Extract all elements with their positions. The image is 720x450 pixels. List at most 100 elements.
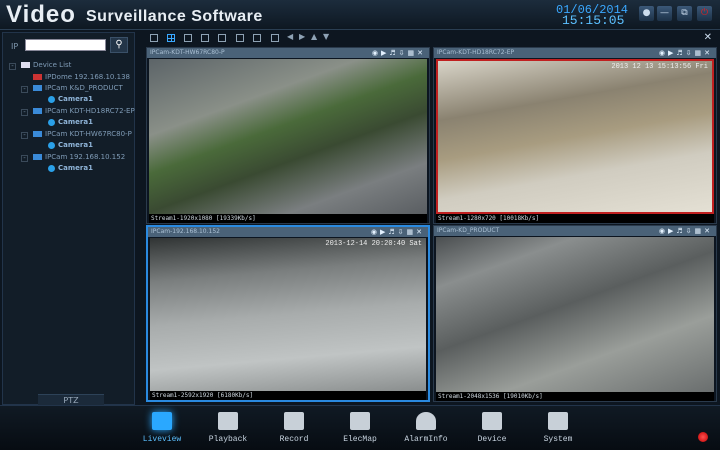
layout-16-icon[interactable] [218, 34, 226, 42]
cell-title: IPCam-KD_PRODUCT [437, 227, 500, 234]
tree-device[interactable]: IPCam 192.168.10.152 [33, 153, 125, 161]
video-cell[interactable]: IPCam-KDT-HD18RC72-EP ◉▶♬⇩▦✕ 2013 12 13 1… [433, 47, 717, 224]
arrow-left-icon[interactable]: ◀ [287, 32, 293, 41]
camera-device-icon [33, 154, 42, 160]
video-feed[interactable]: 2013 12 13 15:13:56 Fri [436, 59, 714, 214]
camera-icon [48, 95, 55, 103]
video-cell[interactable]: IPCam-KD_PRODUCT ◉▶♬⇩▦✕ Stream1-2048x1536… [433, 225, 717, 402]
collapse-icon[interactable]: - [21, 86, 28, 93]
search-button[interactable]: ⚲ [110, 37, 128, 53]
film-icon [218, 412, 238, 430]
cell-header: IPCam-192.168.10.152 ◉▶♬⇩▦✕ [148, 227, 428, 237]
list-icon [21, 62, 30, 68]
collapse-icon[interactable]: - [9, 63, 16, 70]
search-icon: ⚲ [115, 39, 123, 50]
arrow-up-icon[interactable]: ▲ [311, 32, 317, 41]
nav-device[interactable]: Device [462, 412, 522, 444]
camera-icon [48, 164, 55, 172]
tree-camera[interactable]: Camera1 [48, 95, 93, 103]
nav-label: Playback [208, 435, 248, 444]
layout-custom2-icon[interactable] [253, 34, 261, 42]
collapse-icon[interactable]: - [21, 155, 28, 162]
stream-info: Stream1-1280x720 [10018Kb/s] [436, 214, 714, 223]
tree-device[interactable]: IPCam KDT-HW67RC80-P [33, 130, 132, 138]
video-feed[interactable] [149, 59, 427, 214]
arrow-right-icon[interactable]: ▶ [299, 32, 305, 41]
power-button[interactable]: ⏻ [697, 6, 712, 21]
nav-system[interactable]: System [528, 412, 588, 444]
cell-title: IPCam-KDT-HW67RC80-P [150, 49, 225, 56]
nav-label: System [543, 435, 573, 444]
layout-4-icon[interactable] [167, 34, 175, 42]
tree-device[interactable]: IPDome 192.168.10.138 [33, 73, 130, 81]
bottom-nav: Liveview Playback Record ElecMap AlarmIn… [0, 405, 720, 450]
nav-alarminfo[interactable]: AlarmInfo [396, 412, 456, 444]
camera-icon [48, 118, 55, 126]
app-subtitle: Surveillance Software [86, 8, 263, 25]
layout-custom-icon[interactable] [236, 34, 244, 42]
cell-title: IPCam-192.168.10.152 [151, 228, 220, 235]
title-bar: Video Surveillance Software 01/06/2014 1… [0, 0, 720, 30]
video-camera-icon [482, 412, 502, 430]
tree-camera[interactable]: Camera1 [48, 118, 93, 126]
layout-6-icon[interactable] [184, 34, 192, 42]
map-icon [350, 412, 370, 430]
video-cell[interactable]: IPCam-KDT-HW67RC80-P ◉▶♬⇩▦✕ Stream1-1920x… [146, 47, 430, 224]
stream-info: Stream1-2048x1536 [19010Kb/s] [436, 392, 714, 401]
video-feed[interactable]: 2013-12-14 20:20:40 Sat [150, 238, 426, 391]
fullscreen-icon[interactable] [271, 34, 279, 42]
record-indicator [698, 432, 708, 442]
tree-root[interactable]: Device List [21, 61, 71, 69]
device-offline-icon [33, 74, 42, 80]
tree-camera[interactable]: Camera1 [48, 141, 93, 149]
lock-button[interactable]: ● [639, 6, 654, 21]
stream-info: Stream1-2592x1920 [6180Kb/s] [150, 391, 426, 400]
app-title: Video [6, 1, 76, 28]
nav-label: Liveview [142, 435, 182, 444]
layout-1-icon[interactable] [150, 34, 158, 42]
cell-controls[interactable]: ◉▶♬⇩▦✕ [372, 48, 426, 58]
restore-button[interactable]: ⧉ [677, 6, 692, 21]
cell-header: IPCam-KDT-HW67RC80-P ◉▶♬⇩▦✕ [147, 48, 429, 58]
nav-label: Device [477, 435, 507, 444]
nav-label: ElecMap [343, 435, 377, 444]
arrow-down-icon[interactable]: ▼ [323, 32, 329, 41]
minimize-button[interactable]: — [657, 6, 672, 21]
alarm-icon [416, 412, 436, 430]
layout-9-icon[interactable] [201, 34, 209, 42]
cell-title: IPCam-KDT-HD18RC72-EP [437, 49, 515, 56]
cell-header: IPCam-KDT-HD18RC72-EP ◉▶♬⇩▦✕ [434, 48, 716, 58]
wrench-gear-icon [548, 412, 568, 430]
cell-controls[interactable]: ◉▶♬⇩▦✕ [659, 48, 713, 58]
stream-info: Stream1-1920x1080 [19339Kb/s] [149, 214, 427, 223]
ip-label: IP [11, 42, 19, 51]
tree-device[interactable]: IPCam KDT-HD18RC72-EP [33, 107, 135, 115]
tree-device[interactable]: IPCam K&D_PRODUCT [33, 84, 123, 92]
video-feed[interactable] [436, 237, 714, 392]
nav-record[interactable]: Record [264, 412, 324, 444]
video-timestamp: 2013 12 13 15:13:56 Fri [611, 63, 708, 71]
camera-icon [48, 141, 55, 149]
monitor-icon [152, 412, 172, 430]
camera-device-icon [33, 108, 42, 114]
nav-elecmap[interactable]: ElecMap [330, 412, 390, 444]
tree-camera[interactable]: Camera1 [48, 164, 93, 172]
camera-device-icon [33, 85, 42, 91]
close-all-icon[interactable]: ✕ [704, 32, 712, 43]
cell-controls[interactable]: ◉▶♬⇩▦✕ [659, 226, 713, 236]
collapse-icon[interactable]: - [21, 109, 28, 116]
layout-toolbar: ◀ ▶ ▲ ▼ ✕ [145, 32, 720, 45]
clapper-icon [284, 412, 304, 430]
device-panel: IP ⚲ - Device List IPDome 192.168.10.138… [2, 32, 135, 406]
ip-search-input[interactable] [25, 39, 106, 51]
cell-controls[interactable]: ◉▶♬⇩▦✕ [371, 227, 425, 237]
nav-label: AlarmInfo [404, 435, 448, 444]
nav-playback[interactable]: Playback [198, 412, 258, 444]
video-cell-selected[interactable]: IPCam-192.168.10.152 ◉▶♬⇩▦✕ 2013-12-14 20… [146, 225, 430, 402]
cell-header: IPCam-KD_PRODUCT ◉▶♬⇩▦✕ [434, 226, 716, 236]
nav-label: Record [279, 435, 309, 444]
video-timestamp: 2013-12-14 20:20:40 Sat [325, 240, 422, 248]
collapse-icon[interactable]: - [21, 132, 28, 139]
clock: 15:15:05 [562, 13, 625, 28]
nav-liveview[interactable]: Liveview [132, 412, 192, 444]
